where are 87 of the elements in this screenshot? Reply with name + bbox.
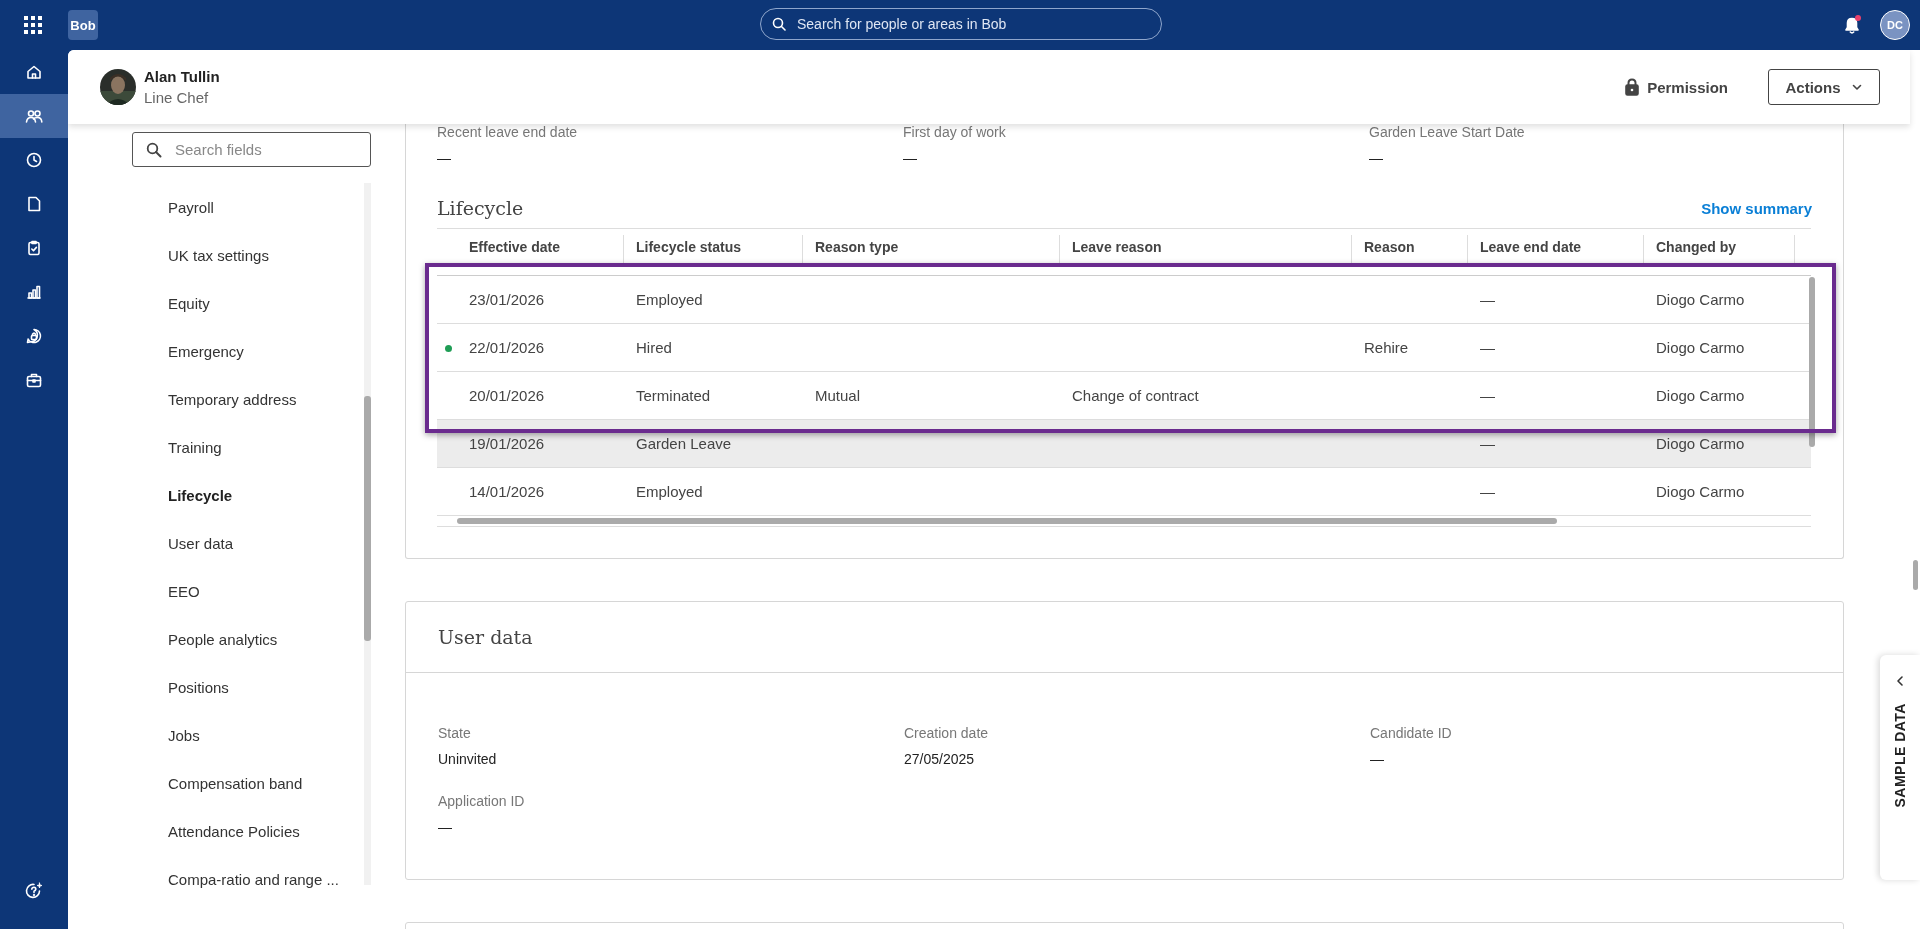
column-header: Leave end date: [1480, 239, 1582, 255]
field-value: —: [1369, 150, 1384, 166]
section-link[interactable]: EEO: [168, 567, 364, 615]
job-title: Line Chef: [144, 89, 210, 106]
section-link[interactable]: Payroll: [168, 183, 364, 231]
column-header: Reason: [1364, 239, 1415, 255]
table-cell: Diogo Carmo: [1656, 291, 1745, 308]
table-cell: Diogo Carmo: [1656, 435, 1745, 452]
search-icon: [772, 17, 786, 31]
field-label: State: [438, 725, 472, 741]
section-link[interactable]: Compa-ratio and range ...: [168, 855, 364, 903]
column-header: Changed by: [1656, 239, 1737, 255]
table-cell: —: [1480, 435, 1495, 452]
section-link[interactable]: Positions: [168, 663, 364, 711]
field-label: Recent leave end date: [437, 124, 579, 140]
page-scrollbar[interactable]: [1913, 560, 1918, 590]
field-value: 27/05/2025: [904, 751, 976, 767]
field-value: —: [903, 150, 918, 166]
column-header: Effective date: [469, 239, 561, 255]
table-cell: —: [1480, 339, 1495, 356]
field-label: First day of work: [903, 124, 1007, 140]
table-cell: Employed: [636, 483, 703, 500]
section-link[interactable]: Attendance Policies: [168, 807, 364, 855]
column-header: Leave reason: [1072, 239, 1162, 255]
section-title: User data: [438, 626, 533, 648]
table-cell: Rehire: [1364, 339, 1409, 356]
show-summary-link[interactable]: Show summary: [1701, 199, 1812, 217]
table-cell: Mutual: [815, 387, 861, 404]
permission-link[interactable]: Permission: [1647, 78, 1728, 96]
sample-data-tab[interactable]: SAMPLE DATA: [1880, 655, 1920, 880]
people-icon: [25, 107, 43, 125]
table-cell: 14/01/2026: [469, 483, 545, 500]
field-value: Uninvited: [438, 751, 498, 767]
section-link[interactable]: Compensation band: [168, 759, 364, 807]
table-cell: 20/01/2026: [469, 387, 545, 404]
table-cell: Terminated: [636, 387, 711, 404]
column-header: Lifecycle status: [636, 239, 742, 255]
global-search-field[interactable]: Search for people or areas in Bob: [760, 8, 1162, 40]
chevron-left-icon: [1895, 675, 1905, 687]
bar-chart-icon: [25, 283, 43, 301]
table-cell: —: [1480, 291, 1495, 308]
logo[interactable]: Bob: [68, 10, 98, 40]
document-icon: [25, 195, 43, 213]
section-link[interactable]: UK tax settings: [168, 231, 364, 279]
section-link[interactable]: Jobs: [168, 711, 364, 759]
clipboard-check-icon: [25, 239, 43, 257]
table-cell: 23/01/2026: [469, 291, 545, 308]
section-link[interactable]: Emergency: [168, 327, 364, 375]
home-icon: [25, 63, 43, 81]
table-cell: Hired: [636, 339, 672, 356]
employee-name: Alan Tullin: [144, 68, 220, 85]
search-fields-field[interactable]: Search fields: [132, 132, 371, 167]
notification-bell-icon[interactable]: [1842, 15, 1862, 35]
table-cell: Change of contract: [1072, 387, 1199, 404]
table-cell: 19/01/2026: [469, 435, 545, 452]
field-value: —: [1370, 751, 1385, 767]
apps-grid-icon[interactable]: [24, 16, 42, 34]
actions-button[interactable]: Actions: [1768, 69, 1880, 105]
field-value: —: [438, 819, 453, 835]
section-link[interactable]: Temporary address: [168, 375, 364, 423]
field-label: Garden Leave Start Date: [1369, 124, 1526, 140]
field-label: Application ID: [438, 793, 526, 809]
help-sparkle-icon[interactable]: [24, 881, 44, 901]
padlock-icon: [1625, 78, 1640, 96]
table-cell: Diogo Carmo: [1656, 387, 1745, 404]
briefcase-icon: [25, 371, 43, 389]
section-link[interactable]: People analytics: [168, 615, 364, 663]
table-cell: —: [1480, 387, 1495, 404]
table-cell: —: [1480, 483, 1495, 500]
table-cell: Garden Leave: [636, 435, 732, 452]
scrollbar[interactable]: [364, 183, 371, 885]
section-link[interactable]: Lifecycle: [168, 471, 364, 519]
table-cell: Diogo Carmo: [1656, 483, 1745, 500]
section-title: Lifecycle: [437, 197, 524, 219]
table-cell: 22/01/2026: [469, 339, 545, 356]
column-header: Reason type: [815, 239, 899, 255]
section-link[interactable]: Training: [168, 423, 364, 471]
table-cell: Diogo Carmo: [1656, 339, 1745, 356]
field-label: Creation date: [904, 725, 990, 741]
vertical-scrollbar[interactable]: [1809, 277, 1815, 447]
clock-icon: [25, 151, 43, 169]
table-cell: Employed: [636, 291, 703, 308]
field-value: —: [437, 150, 452, 166]
section-link[interactable]: User data: [168, 519, 364, 567]
search-icon: [146, 142, 162, 158]
section-link[interactable]: Equity: [168, 279, 364, 327]
field-label: Candidate ID: [1370, 725, 1453, 741]
